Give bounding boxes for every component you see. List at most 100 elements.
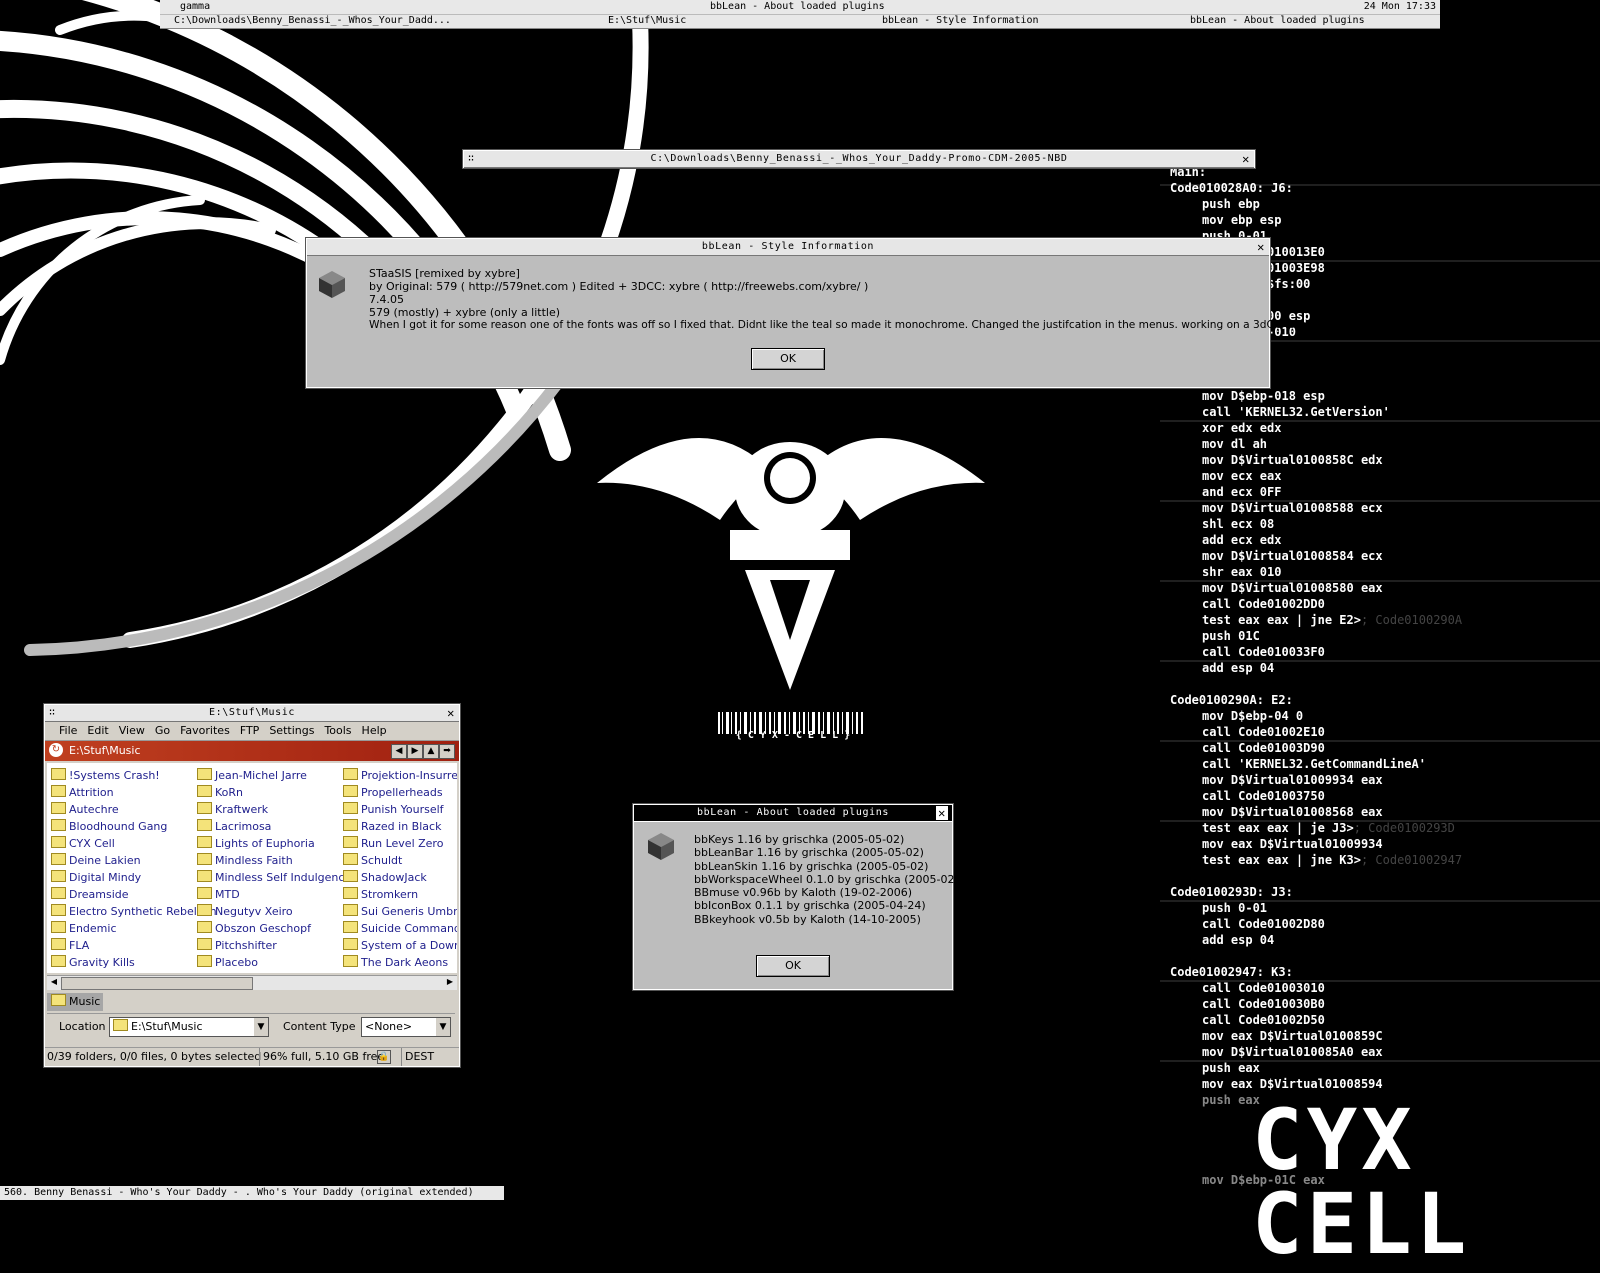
style-info-titlebar[interactable]: bbLean - Style Information ✕ [307, 239, 1269, 256]
horizontal-scrollbar[interactable]: ◀ ▶ [47, 975, 457, 990]
folder-item[interactable]: System of a Down [343, 937, 457, 954]
folder-item[interactable]: ShadowJack [343, 869, 457, 886]
folder-item[interactable]: KoRn [197, 784, 351, 801]
task-item-promo[interactable]: C:\Downloads\Benny_Benassi_-_Whos_Your_D… [174, 15, 451, 26]
folder-item[interactable]: The Dark Aeons [343, 954, 457, 971]
folder-item[interactable]: Endemic [51, 920, 217, 937]
folder-item[interactable]: Placebo [197, 954, 351, 971]
promo-window[interactable]: ∷ C:\Downloads\Benny_Benassi_-_Whos_Your… [463, 150, 1255, 168]
menu-item-settings[interactable]: Settings [269, 724, 314, 737]
menu-item-favorites[interactable]: Favorites [180, 724, 230, 737]
explorer-title: E:\Stuf\Music [208, 707, 296, 718]
folder-item[interactable]: Attrition [51, 784, 217, 801]
folder-item[interactable]: Electro Synthetic Rebellion [51, 903, 217, 920]
back-arrow-icon[interactable]: ◀ [391, 744, 407, 759]
code-line: mov D$Virtual0100858C edx [1202, 453, 1383, 467]
grip-icon[interactable]: ∷ [49, 705, 56, 721]
folder-item[interactable]: Sui Generis Umbra [343, 903, 457, 920]
menu-item-help[interactable]: Help [362, 724, 387, 737]
code-line: mov D$Virtual01008588 ecx [1202, 501, 1383, 515]
menu-item-ftp[interactable]: FTP [240, 724, 260, 737]
folder-item[interactable]: Mindless Faith [197, 852, 351, 869]
folder-icon [197, 819, 212, 831]
grip-icon[interactable]: ∷ [468, 151, 475, 167]
scroll-left-icon[interactable]: ◀ [48, 977, 60, 988]
folder-item[interactable]: Digital Mindy [51, 869, 217, 886]
folder-item[interactable]: Gravity Kills [51, 954, 217, 971]
close-icon[interactable]: ✕ [936, 806, 948, 820]
close-icon[interactable]: ✕ [447, 705, 455, 721]
workspace-label[interactable]: gamma [180, 1, 210, 12]
code-line: call 'KERNEL32.GetVersion' [1202, 405, 1390, 419]
folder-item[interactable]: Jean-Michel Jarre [197, 767, 351, 784]
folder-name: Obszon Geschopf [215, 922, 311, 935]
folder-item[interactable]: Punish Yourself [343, 801, 457, 818]
folder-item[interactable]: Mindless Self Indulgence [197, 869, 351, 886]
task-item-about-plugins[interactable]: bbLean - About loaded plugins [1190, 15, 1365, 26]
folder-item[interactable]: Projektion-Insurrekti [343, 767, 457, 784]
style-credits: 579 (mostly) + xybre (only a little) [369, 306, 561, 319]
folder-item[interactable]: Lacrimosa [197, 818, 351, 835]
content-type-combo[interactable]: <None> ▼ [361, 1017, 451, 1037]
status-selection: 0/39 folders, 0/0 files, 0 bytes selecte… [47, 1050, 262, 1063]
explorer-titlebar[interactable]: ∷ E:\Stuf\Music ✕ [45, 705, 459, 722]
folder-item[interactable]: FLA [51, 937, 217, 954]
now-playing-bar[interactable]: 560. Benny Benassi - Who's Your Daddy - … [0, 1186, 504, 1200]
task-item-music[interactable]: E:\Stuf\Music [608, 15, 686, 26]
folder-icon [197, 887, 212, 899]
up-arrow-icon[interactable]: ▲ [423, 744, 439, 759]
menu-item-edit[interactable]: Edit [87, 724, 108, 737]
folder-name: !Systems Crash! [69, 769, 160, 782]
folder-name: FLA [69, 939, 90, 952]
style-author: by Original: 579 ( http://579net.com ) E… [369, 280, 869, 293]
location-combo[interactable]: E:\Stuf\Music ▼ [109, 1017, 269, 1037]
folder-item[interactable]: Autechre [51, 801, 217, 818]
folder-icon [343, 802, 358, 814]
scroll-right-icon[interactable]: ▶ [444, 977, 456, 988]
folder-item[interactable]: Pitchshifter [197, 937, 351, 954]
chevron-down-icon[interactable]: ▼ [436, 1018, 450, 1036]
promo-window-titlebar[interactable]: ∷ C:\Downloads\Benny_Benassi_-_Whos_Your… [464, 151, 1254, 168]
close-icon[interactable]: ✕ [1242, 151, 1250, 167]
folder-item[interactable]: Bloodhound Gang [51, 818, 217, 835]
folder-item[interactable]: Kraftwerk [197, 801, 351, 818]
cyx-cell-logo: CYX CELL [1252, 1091, 1471, 1273]
about-plugins-titlebar[interactable]: bbLean - About loaded plugins ✕ [634, 805, 952, 822]
location-label: Location [59, 1020, 106, 1033]
folder-item[interactable]: Schuldt [343, 852, 457, 869]
code-line: mov D$Virtual01008568 eax [1202, 805, 1383, 819]
folder-icon [197, 768, 212, 780]
folder-tab[interactable]: Music [47, 993, 103, 1011]
folder-item[interactable]: Lights of Euphoria [197, 835, 351, 852]
folder-item[interactable]: Deine Lakien [51, 852, 217, 869]
folder-icon [343, 955, 358, 967]
chevron-down-icon[interactable]: ▼ [254, 1018, 268, 1036]
go-arrow-icon[interactable]: ➡ [439, 744, 455, 759]
close-icon[interactable]: ✕ [1257, 239, 1265, 255]
cube-icon [648, 833, 674, 860]
folder-item[interactable]: Run Level Zero [343, 835, 457, 852]
folder-item[interactable]: Negutyv Xeiro [197, 903, 351, 920]
menu-item-go[interactable]: Go [155, 724, 170, 737]
code-line: push 0-01 [1202, 901, 1268, 915]
menu-item-tools[interactable]: Tools [324, 724, 351, 737]
refresh-icon[interactable]: ↻ [49, 743, 63, 757]
menu-item-file[interactable]: File [59, 724, 77, 737]
folder-item[interactable]: Suicide Commando [343, 920, 457, 937]
code-line: push ebp [1202, 197, 1260, 211]
folder-item[interactable]: !Systems Crash! [51, 767, 217, 784]
folder-item[interactable]: Stromkern [343, 886, 457, 903]
code-line: call Code01002DD0 [1202, 597, 1325, 611]
ok-button[interactable]: OK [756, 955, 830, 977]
folder-item[interactable]: Razed in Black [343, 818, 457, 835]
folder-item[interactable]: Propellerheads [343, 784, 457, 801]
folder-item[interactable]: MTD [197, 886, 351, 903]
task-item-style-info[interactable]: bbLean - Style Information [882, 15, 1039, 26]
folder-item[interactable]: Obszon Geschopf [197, 920, 351, 937]
scroll-thumb[interactable] [61, 977, 253, 990]
forward-arrow-icon[interactable]: ▶ [407, 744, 423, 759]
ok-button[interactable]: OK [751, 348, 825, 370]
folder-item[interactable]: CYX Cell [51, 835, 217, 852]
menu-item-view[interactable]: View [119, 724, 145, 737]
folder-item[interactable]: Dreamside [51, 886, 217, 903]
